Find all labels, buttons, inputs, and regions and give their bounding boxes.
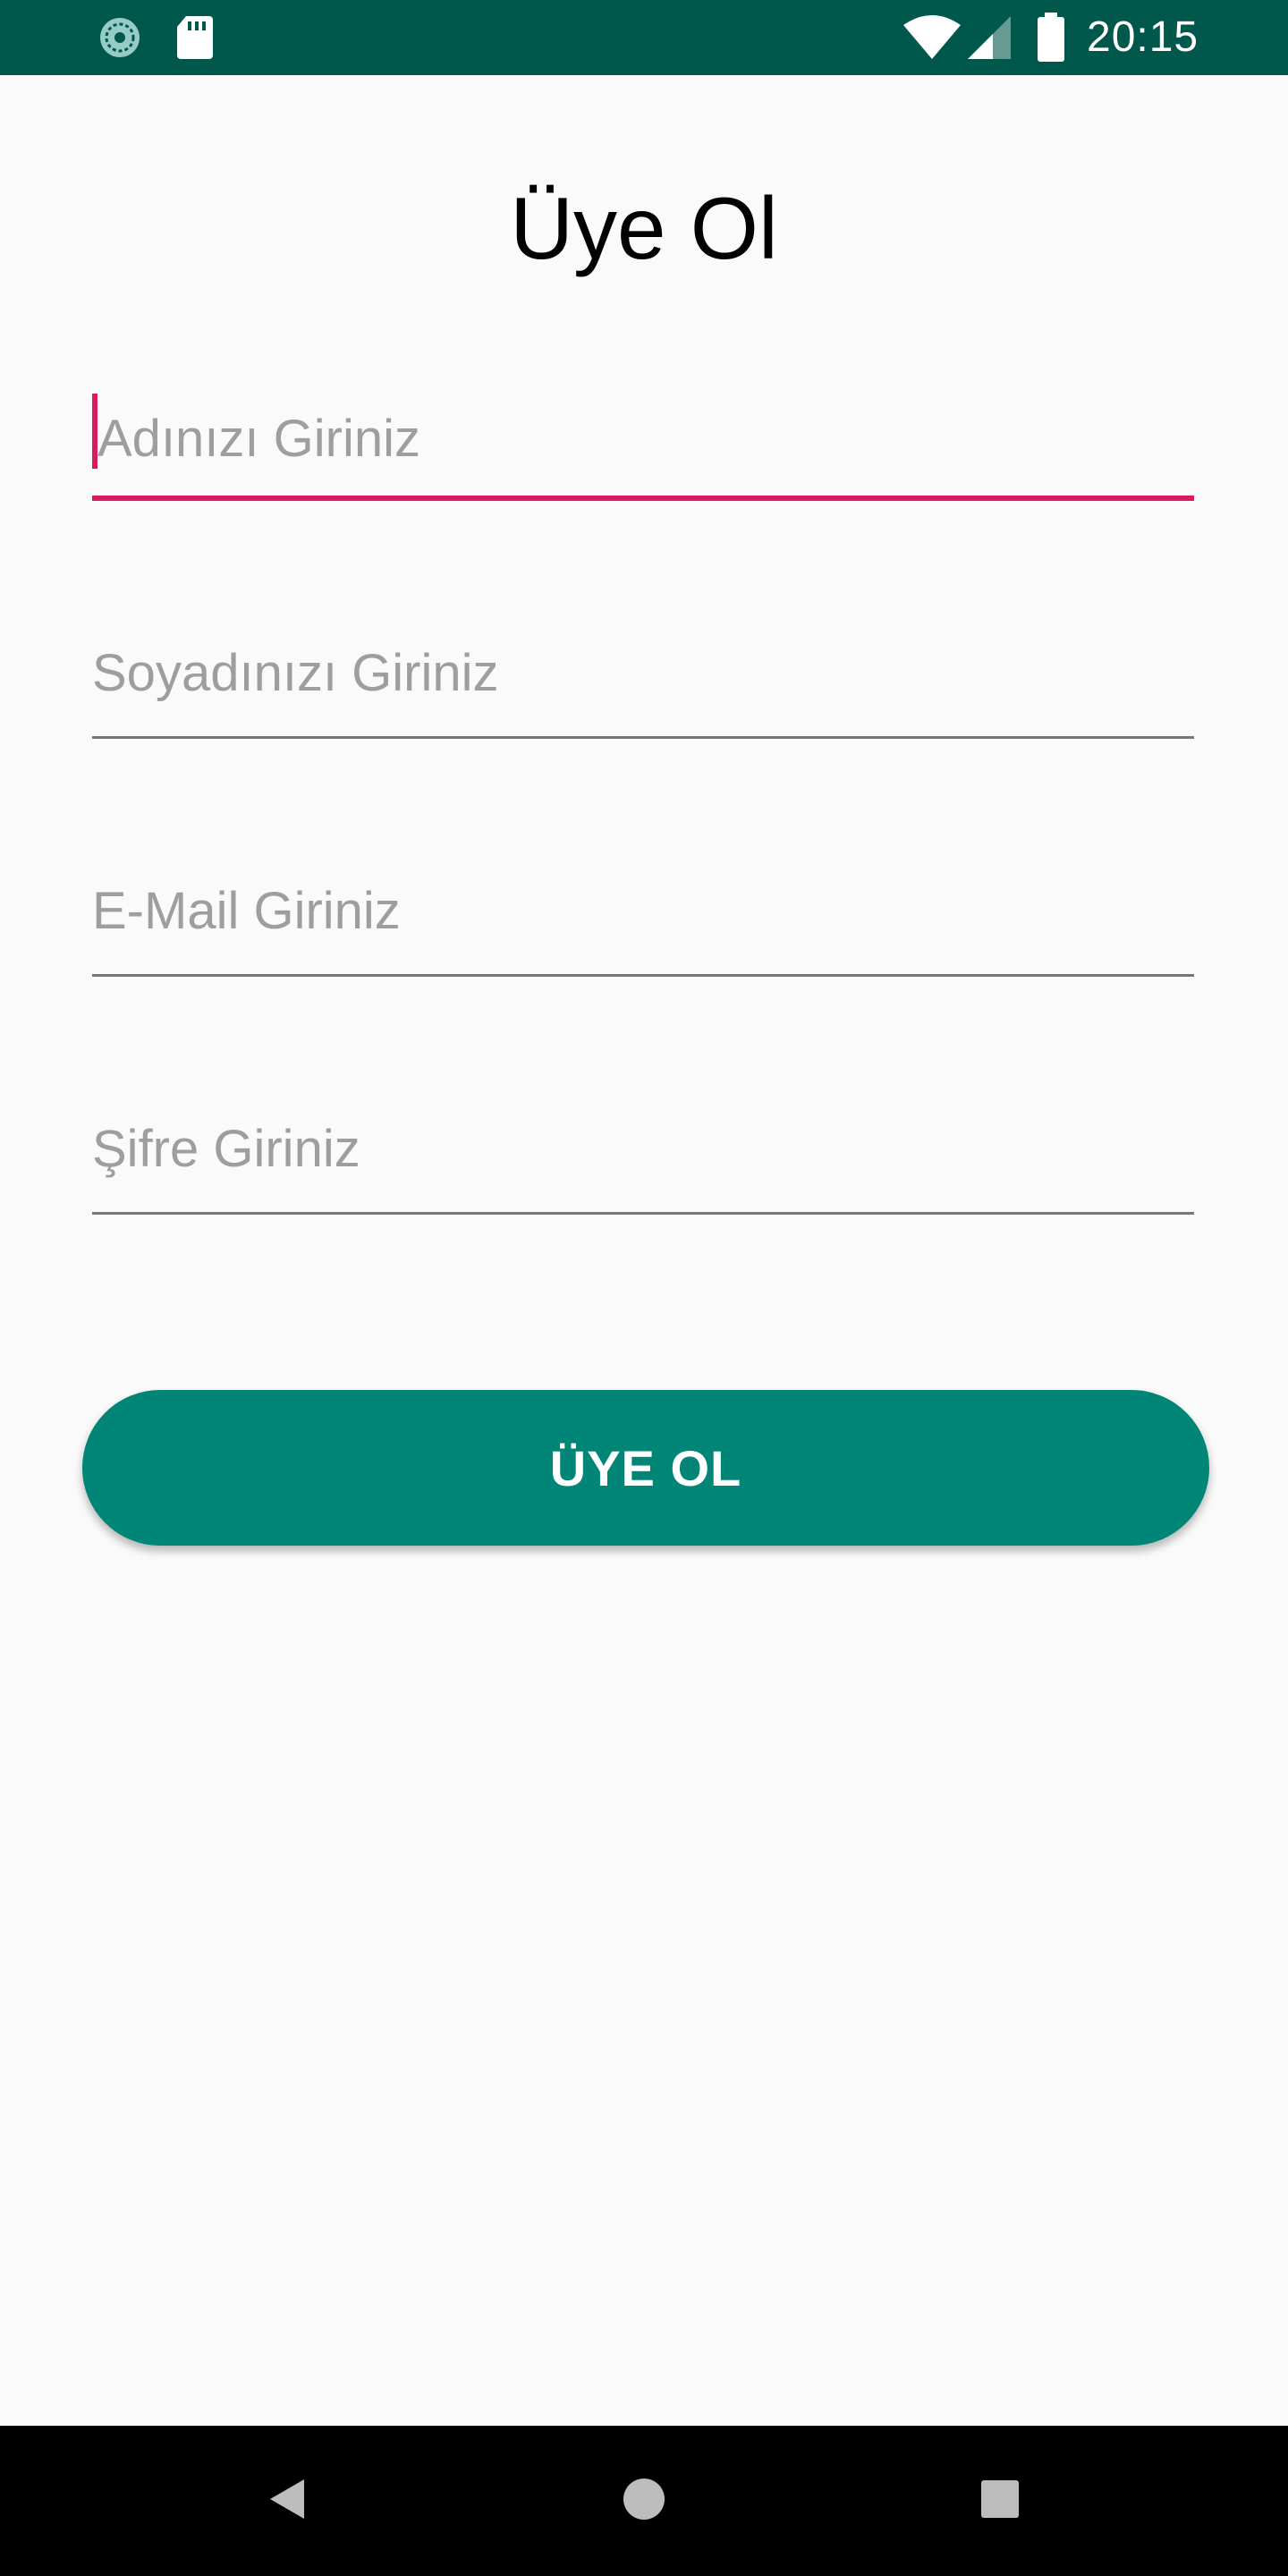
status-bar: 20:15	[0, 0, 1288, 75]
email-input[interactable]	[92, 866, 1194, 955]
last-name-field[interactable]	[92, 628, 1194, 739]
first-name-underline	[92, 496, 1194, 501]
back-icon	[267, 2478, 306, 2525]
text-cursor	[92, 394, 97, 469]
home-button[interactable]	[555, 2426, 733, 2576]
password-field[interactable]	[92, 1104, 1194, 1215]
first-name-input[interactable]	[97, 394, 1194, 483]
page-title: Üye Ol	[510, 179, 778, 277]
back-button[interactable]	[197, 2426, 376, 2576]
battery-icon	[1036, 13, 1066, 67]
email-field[interactable]	[92, 866, 1194, 977]
password-underline	[92, 1212, 1194, 1215]
recents-icon	[980, 2479, 1020, 2523]
status-time: 20:15	[1087, 13, 1199, 61]
last-name-input[interactable]	[92, 628, 1194, 717]
wifi-icon	[902, 14, 962, 65]
email-underline	[92, 974, 1194, 977]
last-name-underline	[92, 736, 1194, 739]
home-icon	[623, 2478, 665, 2525]
sd-card-icon	[175, 13, 215, 67]
recents-button[interactable]	[911, 2426, 1089, 2576]
navigation-bar	[0, 2426, 1288, 2576]
first-name-field[interactable]	[92, 394, 1194, 501]
signal-icon	[966, 14, 1013, 65]
signup-button[interactable]: ÜYE OL	[82, 1390, 1209, 1546]
password-input[interactable]	[92, 1104, 1194, 1193]
sync-icon	[95, 13, 145, 67]
